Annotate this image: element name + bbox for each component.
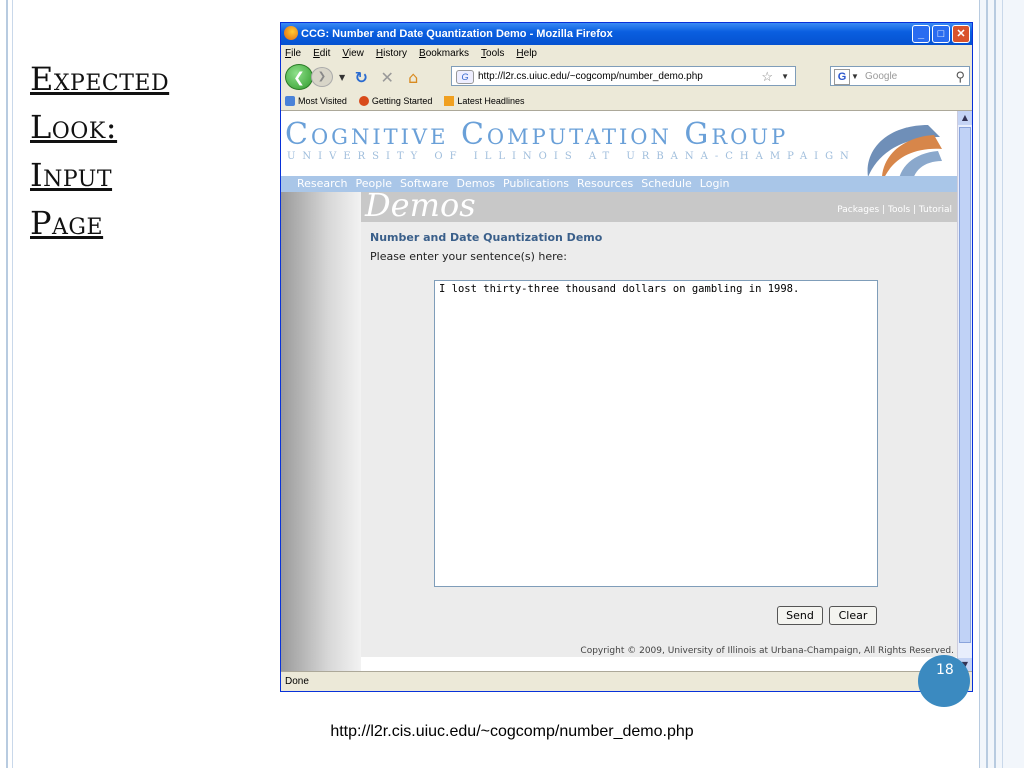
reload-icon[interactable]: ↻ — [351, 68, 371, 87]
slide-right-decoration — [979, 0, 1024, 768]
home-icon[interactable]: ⌂ — [403, 68, 423, 87]
sentence-input-textarea[interactable]: I lost thirty-three thousand dollars on … — [434, 280, 878, 587]
nav-login[interactable]: Login — [700, 176, 730, 192]
window-title: CCG: Number and Date Quantization Demo -… — [301, 28, 613, 40]
slide-title-line: Expected — [30, 60, 170, 98]
google-engine-icon[interactable]: G — [834, 69, 850, 85]
bookmark-getting-started[interactable]: Getting Started — [358, 92, 433, 110]
forward-button[interactable]: ❯ — [311, 67, 333, 87]
stop-icon[interactable]: ✕ — [377, 68, 397, 87]
slide-left-rule-thin — [12, 0, 13, 768]
slide-caption-url: http://l2r.cis.uiuc.edu/~cogcomp/number_… — [330, 723, 694, 740]
status-text: Done — [285, 676, 309, 687]
bookmark-star-icon[interactable]: ☆ — [761, 67, 773, 87]
search-icon[interactable]: ⚲ — [955, 67, 965, 87]
nav-schedule[interactable]: Schedule — [641, 176, 692, 192]
engine-dropdown-icon[interactable]: ▼ — [851, 67, 859, 87]
vertical-scrollbar[interactable]: ▲ ▼ — [957, 111, 972, 672]
copyright-text: Copyright © 2009, University of Illinois… — [580, 646, 954, 656]
search-placeholder: Google — [865, 71, 898, 82]
clear-button[interactable]: Clear — [829, 606, 877, 625]
getting-started-icon — [358, 96, 369, 106]
nav-publications[interactable]: Publications — [503, 176, 569, 192]
most-visited-icon — [285, 96, 295, 106]
nav-resources[interactable]: Resources — [577, 176, 633, 192]
menu-view[interactable]: View — [342, 45, 364, 62]
scroll-up-icon[interactable]: ▲ — [958, 111, 972, 125]
slide-left-rule — [6, 0, 8, 768]
page-viewport: Cognitive Computation Group UNIVERSITY O… — [281, 111, 958, 672]
slide-title: Expected Look: Input Page — [30, 55, 240, 247]
scrollbar-thumb[interactable] — [959, 127, 971, 643]
url-dropdown-icon[interactable]: ▼ — [781, 67, 789, 87]
firefox-icon — [284, 26, 298, 40]
menu-tools[interactable]: Tools — [481, 45, 504, 62]
section-title: Demos — [365, 186, 476, 224]
bookmark-label: Most Visited — [298, 96, 347, 106]
url-bar[interactable]: G http://l2r.cs.uiuc.edu/~cogcomp/number… — [451, 66, 796, 86]
search-input[interactable]: G ▼ Google ⚲ — [830, 66, 970, 86]
section-links[interactable]: Packages | Tools | Tutorial — [837, 205, 952, 215]
menu-edit[interactable]: Edit — [313, 45, 330, 62]
demo-content-panel: Number and Date Quantization Demo Please… — [361, 222, 958, 657]
nav-research[interactable]: Research — [297, 176, 347, 192]
slide-title-line: Look: — [30, 108, 118, 146]
browser-window: CCG: Number and Date Quantization Demo -… — [280, 22, 973, 692]
back-button[interactable]: ❮ — [285, 64, 313, 90]
maximize-button[interactable]: □ — [932, 25, 950, 43]
bookmarks-toolbar: Most Visited Getting Started Latest Head… — [281, 92, 972, 111]
ccg-logo-text: Cognitive Computation Group — [285, 117, 789, 152]
ccg-header: Cognitive Computation Group UNIVERSITY O… — [281, 111, 958, 192]
bookmark-latest-headlines[interactable]: Latest Headlines — [444, 92, 524, 110]
demo-heading: Number and Date Quantization Demo — [370, 231, 603, 244]
site-favicon-icon: G — [456, 70, 474, 84]
send-button[interactable]: Send — [777, 606, 823, 625]
bookmark-label: Getting Started — [371, 96, 433, 106]
slide-page-number: 18 — [918, 655, 970, 707]
menu-bookmarks[interactable]: Bookmarks — [419, 45, 469, 62]
demo-prompt: Please enter your sentence(s) here: — [370, 250, 567, 263]
minimize-button[interactable]: _ — [912, 25, 930, 43]
bookmark-label: Latest Headlines — [457, 96, 525, 106]
sidebar-decorative-image — [281, 192, 361, 672]
url-text: http://l2r.cs.uiuc.edu/~cogcomp/number_d… — [478, 71, 703, 82]
slide-title-line: Input — [30, 156, 113, 194]
section-header-bar: Demos Packages | Tools | Tutorial — [361, 186, 958, 224]
menu-help[interactable]: Help — [516, 45, 537, 62]
bookmark-most-visited[interactable]: Most Visited — [285, 92, 347, 110]
navigation-toolbar: ❮ ❯ ▼ ↻ ✕ ⌂ G http://l2r.cs.uiuc.edu/~co… — [281, 62, 972, 92]
window-titlebar[interactable]: CCG: Number and Date Quantization Demo -… — [281, 23, 972, 45]
close-button[interactable]: ✕ — [952, 25, 970, 43]
slide-title-line: Page — [30, 204, 104, 242]
history-dropdown-icon[interactable]: ▼ — [339, 73, 345, 82]
menu-bar: File Edit View History Bookmarks Tools H… — [281, 45, 972, 62]
rss-feed-icon — [444, 96, 455, 106]
ccg-logo-subtitle: UNIVERSITY OF ILLINOIS AT URBANA-CHAMPAI… — [287, 151, 856, 162]
status-bar: Done — [281, 671, 972, 691]
menu-file[interactable]: File — [285, 45, 301, 62]
menu-history[interactable]: History — [376, 45, 407, 62]
